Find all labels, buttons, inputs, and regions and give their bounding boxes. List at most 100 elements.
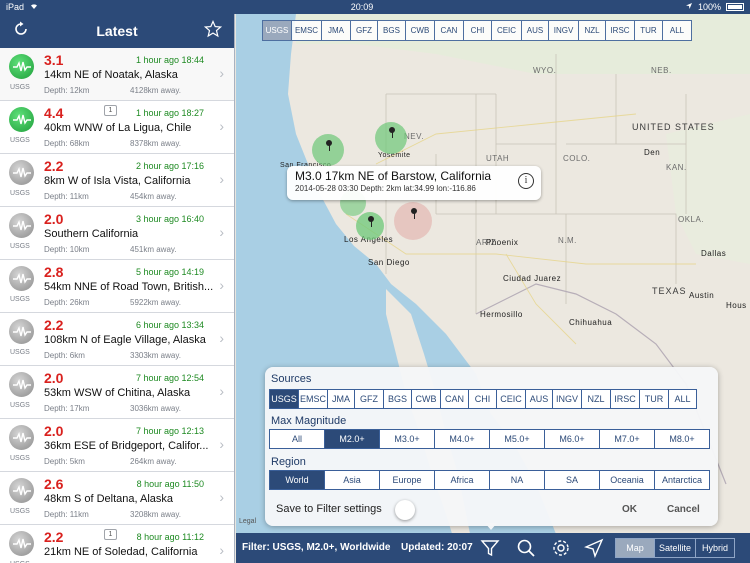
quake-list-item[interactable]: USGS 2.0 7 hour ago 12:13 36km ESE of Bridg…: [0, 419, 234, 472]
map-type-map[interactable]: Map: [615, 538, 655, 558]
legal-link[interactable]: Legal: [239, 518, 256, 525]
quake-magnitude: 2.2: [44, 158, 64, 174]
quake-depth: Depth: 11km: [44, 510, 89, 519]
top-source-jma[interactable]: JMA: [321, 20, 351, 41]
filter-source-bgs[interactable]: BGS: [383, 389, 412, 409]
filter-source-ingv[interactable]: INGV: [552, 389, 582, 409]
ok-button[interactable]: OK: [622, 504, 637, 515]
filter-region-europe[interactable]: Europe: [379, 470, 435, 490]
map-label-san-diego: San Diego: [368, 258, 410, 267]
filter-mag-m80[interactable]: M8.0+: [654, 429, 710, 449]
quake-list-item[interactable]: USGS 2.0 3 hour ago 16:40 Southern Californ…: [0, 207, 234, 260]
quake-pin[interactable]: [389, 127, 395, 138]
top-source-tur[interactable]: TUR: [634, 20, 663, 41]
quake-list-item[interactable]: USGS 3.1 1 hour ago 18:44 14km NE of Noatak…: [0, 48, 234, 101]
seismograph-icon: [9, 107, 34, 132]
filter-source-jma[interactable]: JMA: [327, 389, 355, 409]
filter-source-all[interactable]: ALL: [668, 389, 697, 409]
filter-mag-m20[interactable]: M2.0+: [324, 429, 380, 449]
filter-icon[interactable]: [480, 538, 500, 558]
quake-source: USGS: [10, 349, 30, 356]
sidebar-title: Latest: [96, 23, 138, 39]
seismograph-icon: [9, 478, 34, 503]
cancel-button[interactable]: Cancel: [667, 504, 700, 515]
top-source-can[interactable]: CAN: [434, 20, 464, 41]
filter-region-na[interactable]: NA: [489, 470, 545, 490]
filter-source-cwb[interactable]: CWB: [411, 389, 441, 409]
top-source-bgs[interactable]: BGS: [377, 20, 406, 41]
filter-source-aus[interactable]: AUS: [525, 389, 553, 409]
filter-source-gfz[interactable]: GFZ: [354, 389, 384, 409]
quake-callout[interactable]: M3.0 17km NE of Barstow, California 2014…: [287, 166, 541, 200]
clock: 20:09: [350, 2, 374, 12]
filter-mag-all[interactable]: All: [269, 429, 325, 449]
quake-list-item[interactable]: USGS 2.2 2 hour ago 17:16 8km W of Isla Vis…: [0, 154, 234, 207]
quake-list-item[interactable]: USGS 2.8 5 hour ago 14:19 54km NNE of Road …: [0, 260, 234, 313]
filter-region-sa[interactable]: SA: [544, 470, 600, 490]
filter-source-emsc[interactable]: EMSC: [298, 389, 328, 409]
quake-pin[interactable]: [326, 140, 332, 151]
map-type-satellite[interactable]: Satellite: [654, 538, 696, 558]
sources-label: Sources: [271, 373, 312, 385]
location-icon[interactable]: [583, 538, 604, 559]
filter-mag-m70[interactable]: M7.0+: [599, 429, 655, 449]
quake-time: 5 hour ago 14:19: [135, 267, 204, 277]
quake-list-item[interactable]: USGS2.218 hour ago 11:1221km NE of Soled…: [0, 525, 234, 563]
quake-depth: Depth: 26km: [44, 298, 90, 307]
info-icon[interactable]: i: [518, 173, 534, 189]
filter-source-can[interactable]: CAN: [440, 389, 469, 409]
top-source-ingv[interactable]: INGV: [548, 20, 579, 41]
refresh-icon[interactable]: [10, 21, 32, 42]
filter-region-oceania[interactable]: Oceania: [599, 470, 655, 490]
search-icon[interactable]: [516, 538, 536, 558]
quake-pin[interactable]: [368, 216, 374, 227]
quake-list-item[interactable]: USGS 4.4 1 1 hour ago 18:27 40km WNW of La L…: [0, 101, 234, 154]
quake-list-item[interactable]: USGS 2.2 6 hour ago 13:34 108km N of Eagle …: [0, 313, 234, 366]
star-icon[interactable]: [202, 19, 224, 43]
top-source-nzl[interactable]: NZL: [578, 20, 606, 41]
top-source-chi[interactable]: CHI: [463, 20, 492, 41]
filter-mag-m40[interactable]: M4.0+: [434, 429, 490, 449]
wifi-icon: [29, 2, 39, 12]
filter-region-world[interactable]: World: [269, 470, 325, 490]
filter-sources-row: USGS EMSC JMA GFZ BGS CWB CAN CHI CEIC AUS INGV NZL…: [269, 389, 697, 409]
quake-source: USGS: [10, 296, 30, 303]
top-source-gfz[interactable]: GFZ: [350, 20, 378, 41]
quake-source: USGS: [10, 508, 30, 515]
quake-pin[interactable]: [411, 208, 417, 219]
quake-source: USGS: [10, 190, 30, 197]
filter-source-ceic[interactable]: CEIC: [496, 389, 526, 409]
quake-place: 8km W of Isla Vista, California: [44, 175, 191, 187]
top-source-emsc[interactable]: EMSC: [291, 20, 322, 41]
top-source-all[interactable]: ALL: [662, 20, 692, 41]
top-source-usgs[interactable]: USGS: [262, 20, 292, 41]
map-type-hybrid[interactable]: Hybrid: [695, 538, 735, 558]
filter-source-irsc[interactable]: IRSC: [610, 389, 640, 409]
top-source-ceic[interactable]: CEIC: [491, 20, 522, 41]
filter-region-antarctica[interactable]: Antarctica: [654, 470, 710, 490]
gear-icon[interactable]: [551, 538, 571, 558]
top-source-cwb[interactable]: CWB: [405, 20, 435, 41]
quake-time: 7 hour ago 12:13: [135, 426, 204, 436]
top-source-aus[interactable]: AUS: [521, 20, 549, 41]
seismograph-icon: [9, 425, 34, 450]
filter-source-nzl[interactable]: NZL: [581, 389, 611, 409]
filter-source-chi[interactable]: CHI: [468, 389, 497, 409]
filter-region-asia[interactable]: Asia: [324, 470, 380, 490]
quake-list-item[interactable]: USGS 2.6 8 hour ago 11:50 48km S of Deltana…: [0, 472, 234, 525]
chevron-right-icon: ›: [219, 436, 224, 452]
filter-region-africa[interactable]: Africa: [434, 470, 490, 490]
seismograph-icon: [9, 213, 34, 238]
quake-list-item[interactable]: USGS 2.0 7 hour ago 12:54 53km WSW of Chiti…: [0, 366, 234, 419]
quake-distance: 3303km away.: [130, 351, 181, 360]
filter-mag-m60[interactable]: M6.0+: [544, 429, 600, 449]
filter-mag-m50[interactable]: M5.0+: [489, 429, 545, 449]
quake-distance: 454km away.: [130, 192, 177, 201]
location-arrow-icon: [685, 2, 693, 12]
quake-source: USGS: [10, 137, 30, 144]
top-source-irsc[interactable]: IRSC: [605, 20, 635, 41]
save-filter-toggle[interactable]: [395, 500, 415, 520]
filter-mag-m30[interactable]: M3.0+: [379, 429, 435, 449]
filter-source-usgs[interactable]: USGS: [269, 389, 299, 409]
filter-source-tur[interactable]: TUR: [639, 389, 669, 409]
